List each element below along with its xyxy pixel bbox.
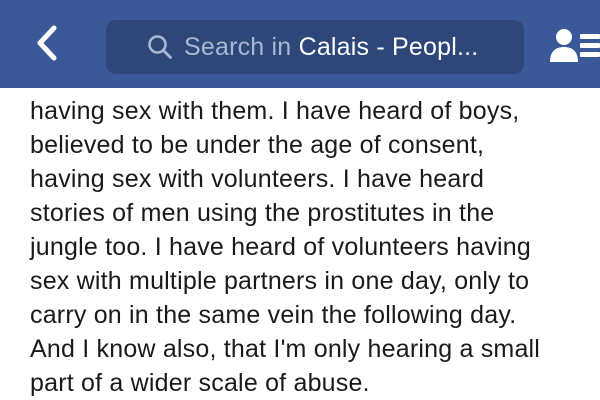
friend-requests-icon [550,29,600,62]
post-line: part of a wider scale of abuse. [30,369,370,397]
post-line: stories of men using the prostitutes in … [30,199,495,227]
post-text: having sex with them. I have heard of bo… [30,94,590,400]
top-navigation-bar: Search in Calais - Peopl... [0,0,600,88]
post-line: carry on in the same vein the following … [30,301,517,329]
post-body: having sex with them. I have heard of bo… [0,88,600,400]
back-button[interactable] [24,20,70,66]
search-field-text: Search in Calais - Peopl... [184,32,479,61]
post-line: believed to be under the age of consent, [30,131,485,159]
app-screen: Search in Calais - Peopl... having sex w… [0,0,600,400]
search-placeholder: Search in [184,32,299,61]
post-line: having sex with volunteers. I have heard [30,165,485,193]
group-search-input[interactable]: Search in Calais - Peopl... [106,20,524,74]
post-line: jungle too. I have heard of volunteers h… [30,233,532,261]
search-group-name: Calais - Peopl... [298,32,479,61]
post-line: And I know also, that I'm only hearing a… [30,335,541,363]
post-line: sex with multiple partners in one day, o… [30,267,530,295]
friend-requests-button[interactable] [548,26,600,66]
search-icon [146,33,174,61]
chevron-left-icon [37,25,57,61]
post-line: having sex with them. I have heard of bo… [30,97,520,125]
